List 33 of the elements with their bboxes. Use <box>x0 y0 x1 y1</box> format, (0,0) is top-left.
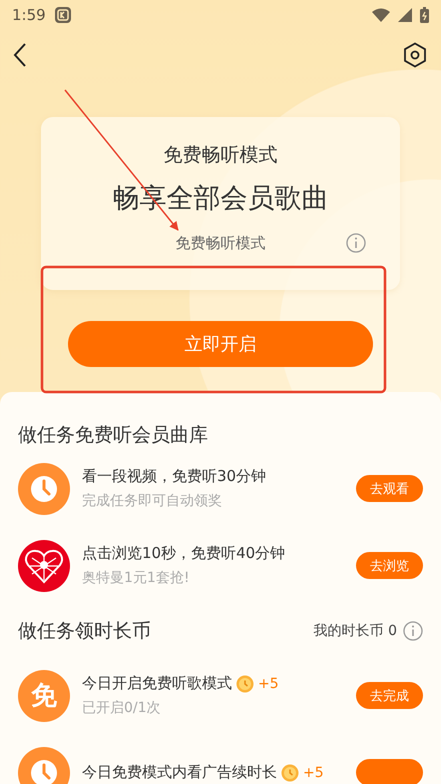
status-time: 1:59 <box>12 6 46 24</box>
reward-amount: +5 <box>258 676 279 692</box>
task-button[interactable]: 去观看 <box>356 475 423 502</box>
settings-icon[interactable] <box>403 42 427 68</box>
mode-label: 免费畅听模式 <box>162 145 278 165</box>
info-icon[interactable] <box>346 233 366 253</box>
clock-icon <box>18 462 70 514</box>
task-button[interactable] <box>356 759 423 784</box>
mode-subtitle: 免费畅听模式 <box>176 233 266 253</box>
section-title: 做任务免费听会员曲库 <box>18 423 208 448</box>
heart-logo-icon <box>18 540 70 592</box>
app-notification-icon <box>54 6 72 24</box>
task-title: 今日免费模式内看广告续时长 <box>82 763 277 782</box>
task-button[interactable]: 去完成 <box>356 682 423 709</box>
wifi-icon <box>372 8 390 22</box>
coin-balance: 我的时长币 0 <box>314 622 397 640</box>
section-title: 做任务领时长币 <box>18 618 151 644</box>
free-badge-icon: 免 <box>18 670 70 722</box>
task-button[interactable]: 去浏览 <box>356 552 423 579</box>
task-subtitle: 已开启0/1次 <box>82 699 162 717</box>
info-icon[interactable] <box>403 620 423 640</box>
coin-icon <box>281 764 299 782</box>
task-title: 今日开启免费听歌模式 <box>82 674 232 693</box>
task-subtitle: 完成任务即可自动领奖 <box>82 492 223 510</box>
task-title: 看一段视频，免费听30分钟 <box>82 467 266 486</box>
task-subtitle: 奥特曼1元1套抢! <box>82 569 190 587</box>
signal-icon <box>398 8 412 22</box>
back-icon[interactable] <box>12 42 28 68</box>
coin-icon <box>236 674 254 692</box>
task-title: 点击浏览10秒，免费听40分钟 <box>82 544 286 563</box>
enable-button[interactable]: 立即开启 <box>68 321 373 367</box>
battery-icon <box>420 7 429 23</box>
reward-amount: +5 <box>303 764 324 780</box>
